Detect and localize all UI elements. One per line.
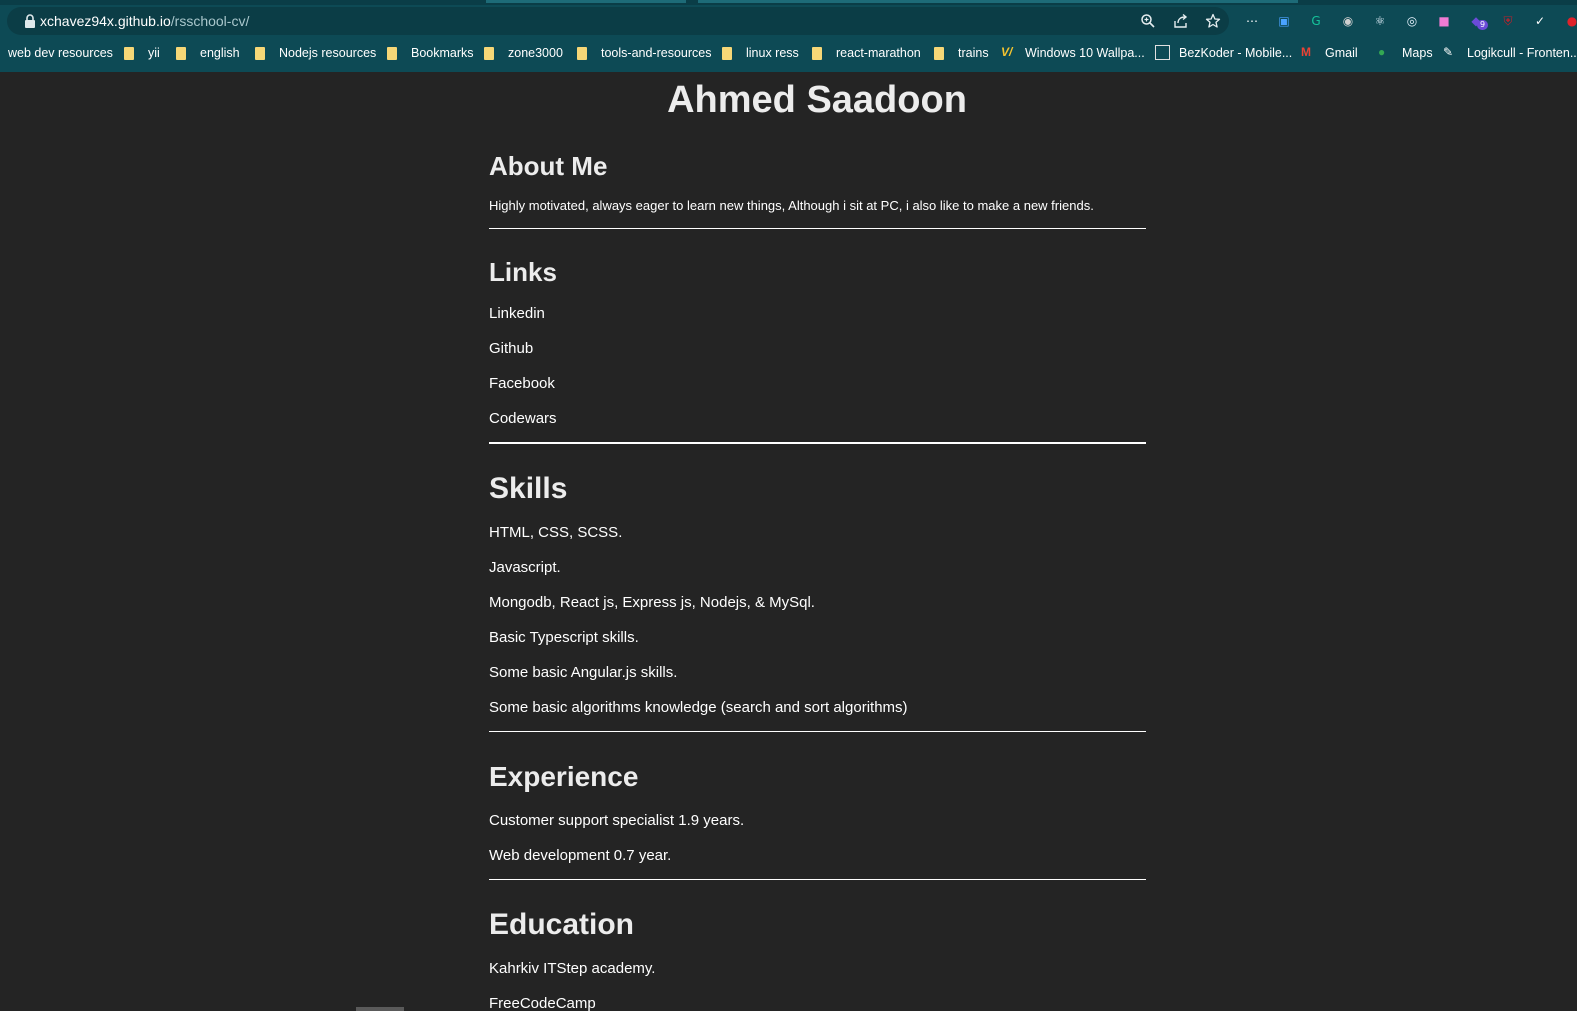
bookmark-label: Logikcull - Fronten... bbox=[1467, 46, 1577, 60]
bookmark-label: yii bbox=[148, 46, 160, 60]
bookmark-item[interactable]: trains bbox=[934, 44, 989, 62]
url-host: xchavez94x.github.io bbox=[40, 13, 171, 29]
folder-icon bbox=[934, 46, 944, 60]
bookmark-label: Maps bbox=[1402, 46, 1433, 60]
education-item: Kahrkiv ITStep academy. bbox=[489, 960, 656, 977]
page-title: Ahmed Saadoon bbox=[667, 79, 967, 121]
folder-icon bbox=[387, 46, 397, 60]
bookmark-item[interactable]: tools-and-resources bbox=[577, 44, 711, 62]
bookmarks-bar: web dev resources yii english Nodejs resour… bbox=[0, 40, 1577, 66]
skill-item: HTML, CSS, SCSS. bbox=[489, 524, 623, 541]
bezkoder-site-icon bbox=[1155, 45, 1171, 61]
gmail-icon: M bbox=[1301, 45, 1311, 59]
skill-item: Javascript. bbox=[489, 559, 561, 576]
bookmark-item[interactable]: BezKoder - Mobile... bbox=[1155, 44, 1292, 62]
folder-icon bbox=[577, 46, 587, 60]
horizontal-scrollbar-thumb[interactable] bbox=[356, 1007, 404, 1011]
folder-icon bbox=[124, 46, 134, 60]
address-bar[interactable]: xchavez94x.github.io/rsschool-cv/ bbox=[7, 7, 1229, 35]
link-linkedin[interactable]: Linkedin bbox=[489, 304, 545, 324]
ublock-extension-icon[interactable]: ⛨ bbox=[1498, 11, 1518, 31]
bookmark-item[interactable]: Nodejs resources bbox=[255, 44, 376, 62]
about-text: Highly motivated, always eager to learn … bbox=[489, 198, 1094, 213]
skill-item: Some basic algorithms knowledge (search … bbox=[489, 699, 908, 716]
bookmark-label: BezKoder - Mobile... bbox=[1179, 46, 1293, 60]
link-codewars[interactable]: Codewars bbox=[489, 409, 557, 429]
bookmark-label: react-marathon bbox=[836, 46, 921, 60]
bookmark-item[interactable]: ✎ Logikcull - Fronten... bbox=[1443, 44, 1577, 62]
extension-badge: 9 bbox=[1477, 20, 1489, 30]
link-github[interactable]: Github bbox=[489, 339, 533, 359]
divider bbox=[489, 442, 1146, 444]
bookmark-label: english bbox=[200, 46, 240, 60]
links-heading: Links bbox=[489, 257, 557, 287]
wallpaper-site-icon: V/ bbox=[1001, 45, 1013, 59]
link-facebook[interactable]: Facebook bbox=[489, 374, 555, 394]
screen-capture-extension-icon[interactable]: ▣ bbox=[1274, 11, 1294, 31]
tab-edge[interactable] bbox=[486, 0, 686, 3]
skill-item: Basic Typescript skills. bbox=[489, 629, 639, 646]
maps-icon: ● bbox=[1378, 45, 1386, 59]
about-heading: About Me bbox=[489, 151, 608, 181]
share-icon[interactable] bbox=[1171, 11, 1191, 31]
skills-heading: Skills bbox=[489, 472, 568, 505]
bookmark-item[interactable]: linux ress bbox=[722, 44, 799, 62]
bookmark-item[interactable]: yii bbox=[124, 44, 160, 62]
experience-item: Web development 0.7 year. bbox=[489, 847, 672, 864]
folder-icon bbox=[255, 46, 265, 60]
red-extension-icon[interactable]: ● bbox=[1562, 11, 1577, 31]
folder-icon bbox=[484, 46, 494, 60]
check-extension-icon[interactable]: ✓ bbox=[1530, 11, 1550, 31]
bookmark-label: web dev resources bbox=[8, 46, 113, 60]
more-extensions-icon[interactable]: ⋯ bbox=[1242, 11, 1262, 31]
camera-extension-icon[interactable]: ◉ bbox=[1338, 11, 1358, 31]
bookmark-label: linux ress bbox=[746, 46, 799, 60]
bookmark-item[interactable]: V/Windows 10 Wallpa... bbox=[1001, 44, 1145, 62]
folder-icon bbox=[722, 46, 732, 60]
divider bbox=[489, 731, 1146, 732]
redux-extension-icon[interactable]: ◆ 9 bbox=[1466, 11, 1489, 31]
zoom-icon[interactable] bbox=[1138, 11, 1158, 31]
logikcull-site-icon: ✎ bbox=[1443, 45, 1454, 59]
url-text[interactable]: xchavez94x.github.io/rsschool-cv/ bbox=[40, 12, 249, 30]
education-heading: Education bbox=[489, 908, 635, 941]
lock-icon[interactable] bbox=[23, 13, 37, 29]
browser-chrome: xchavez94x.github.io/rsschool-cv/ ⋯ ▣ G ◉ ⚛ ◎… bbox=[0, 0, 1577, 72]
react-devtools-extension-icon[interactable]: ⚛ bbox=[1370, 11, 1390, 31]
bookmark-item[interactable]: Bookmarks bbox=[387, 44, 474, 62]
bookmark-item[interactable]: react-marathon bbox=[812, 44, 921, 62]
divider bbox=[489, 228, 1146, 229]
url-path: /rsschool-cv/ bbox=[170, 13, 250, 29]
bookmark-label: zone3000 bbox=[508, 46, 563, 60]
experience-item: Customer support specialist 1.9 years. bbox=[489, 812, 745, 829]
cv-page: Ahmed Saadoon About Me Highly motivated,… bbox=[0, 72, 1577, 1011]
divider bbox=[489, 879, 1146, 880]
bookmark-item[interactable]: ● Maps bbox=[1378, 44, 1433, 62]
gradient-extension-icon[interactable]: ■ bbox=[1434, 11, 1454, 31]
bookmark-item[interactable]: english bbox=[176, 44, 240, 62]
bookmark-label: Windows 10 Wallpa... bbox=[1025, 46, 1145, 60]
education-item: FreeCodeCamp bbox=[489, 995, 596, 1011]
bookmark-item[interactable]: web dev resources bbox=[8, 44, 113, 62]
bookmark-label: Bookmarks bbox=[411, 46, 474, 60]
bookmark-label: Gmail bbox=[1325, 46, 1358, 60]
skill-item: Mongodb, React js, Express js, Nodejs, &… bbox=[489, 594, 815, 611]
bookmark-label: tools-and-resources bbox=[601, 46, 712, 60]
bookmark-label: Nodejs resources bbox=[279, 46, 377, 60]
target-extension-icon[interactable]: ◎ bbox=[1402, 11, 1422, 31]
grammarly-extension-icon[interactable]: G bbox=[1306, 11, 1326, 31]
bookmark-label: trains bbox=[958, 46, 989, 60]
folder-icon bbox=[176, 46, 186, 60]
experience-heading: Experience bbox=[489, 761, 639, 792]
star-icon[interactable] bbox=[1203, 11, 1223, 31]
skill-item: Some basic Angular.js skills. bbox=[489, 664, 678, 681]
bookmark-item[interactable]: zone3000 bbox=[484, 44, 563, 62]
tab-edge[interactable] bbox=[698, 0, 1298, 3]
bookmark-item[interactable]: M Gmail bbox=[1301, 44, 1358, 62]
folder-icon bbox=[812, 46, 822, 60]
